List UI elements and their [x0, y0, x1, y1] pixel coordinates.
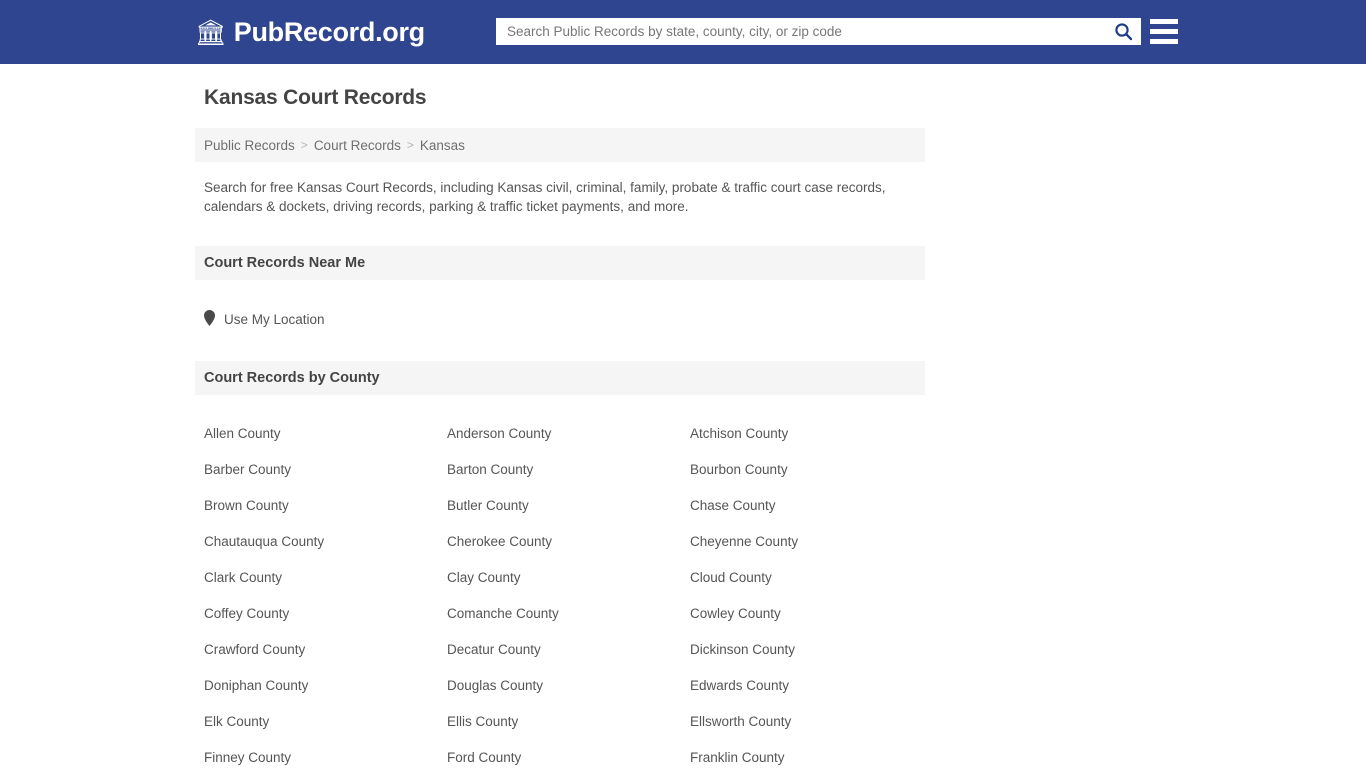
county-link[interactable]: Butler County: [447, 488, 690, 524]
main-content: Kansas Court Records Public Records > Co…: [195, 64, 925, 768]
county-link[interactable]: Barber County: [204, 452, 447, 488]
county-link[interactable]: Ellis County: [447, 704, 690, 740]
breadcrumb-item-kansas: Kansas: [419, 137, 465, 153]
county-link[interactable]: Clark County: [204, 560, 447, 596]
breadcrumb-separator-icon: >: [300, 138, 308, 152]
site-header: 🏛 PubRecord.org: [0, 0, 1366, 64]
county-link[interactable]: Brown County: [204, 488, 447, 524]
page-title: Kansas Court Records: [204, 86, 427, 109]
search-bar: [496, 18, 1141, 45]
county-link[interactable]: Cowley County: [690, 596, 916, 632]
brand-name: PubRecord.org: [233, 16, 425, 47]
county-link[interactable]: Coffey County: [204, 596, 447, 632]
breadcrumb-item-public-records[interactable]: Public Records: [204, 138, 295, 153]
county-link[interactable]: Decatur County: [447, 632, 690, 668]
county-link[interactable]: Elk County: [204, 704, 447, 740]
county-link[interactable]: Cheyenne County: [690, 524, 916, 560]
near-me-section-body: Use My Location: [195, 292, 925, 331]
hamburger-menu-icon-bar: [1150, 29, 1178, 34]
county-link[interactable]: Atchison County: [690, 416, 916, 452]
county-link[interactable]: Cloud County: [690, 560, 916, 596]
search-input[interactable]: [497, 19, 1106, 44]
county-link[interactable]: Edwards County: [690, 668, 916, 704]
brand-logo-link[interactable]: 🏛 PubRecord.org: [195, 17, 425, 48]
county-link[interactable]: Chase County: [690, 488, 916, 524]
county-link[interactable]: Ford County: [447, 740, 690, 768]
county-link[interactable]: Doniphan County: [204, 668, 447, 704]
search-icon: [1114, 22, 1133, 41]
breadcrumb-item-court-records[interactable]: Court Records: [314, 138, 401, 153]
county-link[interactable]: Douglas County: [447, 668, 690, 704]
county-link[interactable]: Crawford County: [204, 632, 447, 668]
county-link[interactable]: Bourbon County: [690, 452, 916, 488]
map-pin-icon: [204, 310, 215, 329]
county-link[interactable]: Chautauqua County: [204, 524, 447, 560]
hamburger-menu-icon-bar: [1150, 39, 1178, 44]
county-link[interactable]: Anderson County: [447, 416, 690, 452]
county-link[interactable]: Allen County: [204, 416, 447, 452]
bank-building-icon: 🏛: [195, 18, 227, 47]
page-description: Search for free Kansas Court Records, in…: [204, 180, 886, 214]
county-link[interactable]: Finney County: [204, 740, 447, 768]
county-link[interactable]: Clay County: [447, 560, 690, 596]
section-heading-court-records-by-county: Court Records by County: [195, 361, 925, 396]
hamburger-menu-icon-bar: [1150, 19, 1178, 24]
use-my-location-label: Use My Location: [224, 312, 325, 328]
county-link[interactable]: Ellsworth County: [690, 704, 916, 740]
section-heading-court-records-near-me: Court Records Near Me: [195, 246, 925, 280]
county-link[interactable]: Dickinson County: [690, 632, 916, 668]
county-link[interactable]: Comanche County: [447, 596, 690, 632]
county-links-grid: Allen County Anderson County Atchison Coun…: [195, 416, 925, 768]
county-link[interactable]: Barton County: [447, 452, 690, 488]
use-my-location-link[interactable]: Use My Location: [204, 310, 325, 329]
breadcrumb-separator-icon: >: [406, 138, 414, 152]
county-link[interactable]: Cherokee County: [447, 524, 690, 560]
county-link[interactable]: Franklin County: [690, 740, 916, 768]
breadcrumb: Public Records > Court Records > Kansas: [195, 128, 925, 162]
hamburger-menu-button[interactable]: [1150, 19, 1178, 44]
search-button[interactable]: [1106, 19, 1140, 44]
